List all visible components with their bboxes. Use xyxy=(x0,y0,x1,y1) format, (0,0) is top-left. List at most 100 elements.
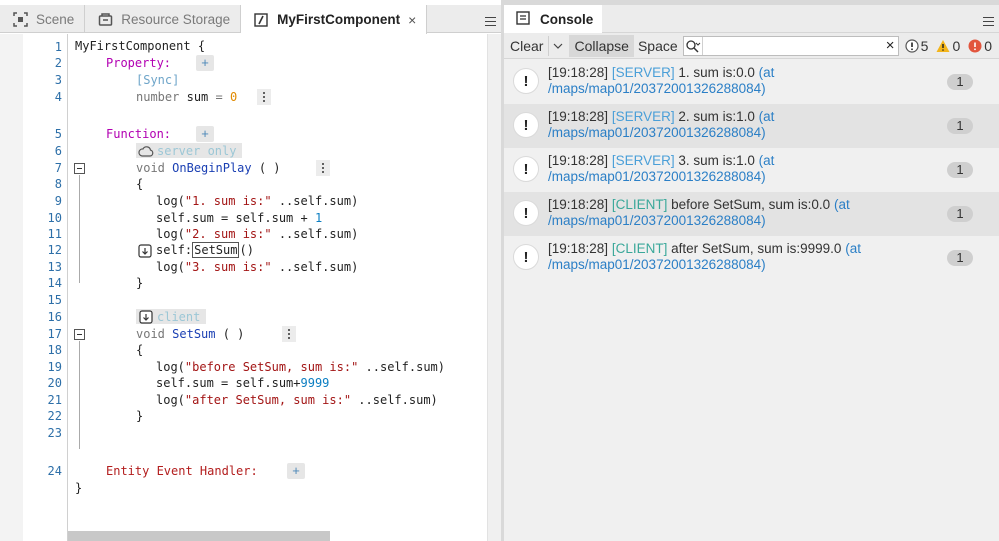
editor-side-strip xyxy=(0,34,23,541)
tab-console[interactable]: Console xyxy=(504,5,602,33)
editor-vertical-scrollbar[interactable] xyxy=(487,34,501,541)
log-source: [SERVER] xyxy=(611,109,675,124)
console-icon xyxy=(516,11,532,27)
code-text: log( xyxy=(156,360,185,374)
log-entry[interactable]: ! [19:18:28] [SERVER] 2. sum is:1.0 (at … xyxy=(504,104,999,148)
log-message: [19:18:28] [CLIENT] before SetSum, sum i… xyxy=(548,197,898,229)
info-icon xyxy=(905,38,919,53)
search-filter-icon[interactable] xyxy=(684,36,703,55)
add-property-button[interactable]: + xyxy=(196,55,214,71)
tab-scene[interactable]: Scene xyxy=(0,5,86,33)
clear-search-icon[interactable]: × xyxy=(883,37,898,54)
search-input[interactable] xyxy=(702,36,883,55)
code-text: log( xyxy=(156,194,185,208)
editor-horizontal-scrollbar-thumb[interactable] xyxy=(68,531,330,541)
error-count: 0 xyxy=(984,37,993,54)
log-entry[interactable]: ! [19:18:28] [SERVER] 1. sum is:0.0 (at … xyxy=(504,60,999,104)
log-time: [19:18:28] xyxy=(548,65,609,80)
log-count-badge: 1 xyxy=(947,118,973,134)
client-label: client xyxy=(157,309,201,324)
line-number: 4 xyxy=(54,90,62,104)
space-toggle[interactable]: Space xyxy=(634,35,682,57)
log-source: [CLIENT] xyxy=(611,197,668,212)
tab-resource-storage[interactable]: Resource Storage xyxy=(85,5,242,33)
code-line: log("2. sum is:" ..self.sum) xyxy=(156,227,358,241)
info-log-icon: ! xyxy=(513,112,539,138)
code-text: ..self.sum) xyxy=(351,393,438,407)
log-entry[interactable]: ! [19:18:28] [SERVER] 3. sum is:1.0 (at … xyxy=(504,148,999,192)
console-search[interactable]: × xyxy=(682,35,899,56)
fold-toggle-set-sum[interactable] xyxy=(74,329,85,340)
gutter-divider xyxy=(67,34,68,541)
editor-tab-bar: Scene Resource Storage MyFirstComponent … xyxy=(0,5,501,34)
function-options-button[interactable] xyxy=(282,326,296,342)
function-options-button[interactable] xyxy=(316,160,330,176)
log-count-badge: 1 xyxy=(947,74,973,90)
log-message: [19:18:28] [CLIENT] after SetSum, sum is… xyxy=(548,241,898,273)
code-text: ..self.sum) xyxy=(271,227,359,241)
string-literal: "1. sum is:" xyxy=(184,194,272,208)
cloud-icon xyxy=(138,144,154,158)
client-badge[interactable]: client xyxy=(136,309,207,324)
function-params: ( ) xyxy=(258,161,281,175)
collapse-toggle[interactable]: Collapse xyxy=(569,34,634,57)
setsum-call-reference[interactable]: SetSum xyxy=(192,242,240,258)
entity-event-handler-label: Entity Event Handler: xyxy=(106,464,258,478)
line-number: 3 xyxy=(54,73,62,87)
clear-button[interactable]: Clear xyxy=(504,35,548,57)
console-toolbar: Clear Collapse Space × 5 0 0 xyxy=(504,33,999,59)
clear-options-chevron-down-icon[interactable] xyxy=(549,35,567,57)
fold-guide xyxy=(79,175,80,283)
log-entry[interactable]: ! [19:18:28] [CLIENT] after SetSum, sum … xyxy=(504,236,999,280)
log-text: 3. sum is:1.0 xyxy=(678,153,755,168)
log-text: 1. sum is:0.0 xyxy=(678,65,755,80)
property-name: sum xyxy=(186,90,209,104)
code-line-component-decl: MyFirstComponent { xyxy=(75,39,205,53)
info-count-toggle[interactable]: 5 xyxy=(899,35,931,57)
console-menu-icon[interactable] xyxy=(979,12,997,30)
function-params: ( ) xyxy=(222,327,245,341)
log-count-badge: 1 xyxy=(947,162,973,178)
sync-attribute: [Sync] xyxy=(136,73,180,87)
function-decl-set-sum[interactable]: void SetSum ( ) xyxy=(136,327,244,341)
code-editor[interactable]: 1 2 3 4 5 6 7 8 9 10 11 12 13 14 15 16 1… xyxy=(0,34,501,541)
code-text: log( xyxy=(156,393,185,407)
fold-toggle-on-begin-play[interactable] xyxy=(74,163,85,174)
line-number: 19 xyxy=(47,360,62,374)
function-decl-on-begin-play[interactable]: void OnBeginPlay ( ) xyxy=(136,161,281,175)
log-time: [19:18:28] xyxy=(548,197,609,212)
line-number: 12 xyxy=(47,243,62,257)
editor-menu-icon[interactable] xyxy=(481,12,499,30)
log-message: [19:18:28] [SERVER] 3. sum is:1.0 (at /m… xyxy=(548,153,898,185)
server-only-badge[interactable]: server only xyxy=(136,143,243,158)
line-number: 8 xyxy=(54,177,62,191)
log-source: [CLIENT] xyxy=(611,241,668,256)
line-number: 10 xyxy=(47,211,62,225)
property-options-button[interactable] xyxy=(257,89,271,105)
log-entry[interactable]: ! [19:18:28] [CLIENT] before SetSum, sum… xyxy=(504,192,999,236)
string-literal: "2. sum is:" xyxy=(184,227,272,241)
code-line: log("1. sum is:" ..self.sum) xyxy=(156,194,358,208)
info-log-icon: ! xyxy=(513,156,539,182)
tab-my-first-component[interactable]: MyFirstComponent × xyxy=(241,5,428,34)
function-name: OnBeginPlay xyxy=(172,161,252,175)
warning-count-toggle[interactable]: 0 xyxy=(930,35,962,57)
line-number: 14 xyxy=(47,276,62,290)
add-event-handler-button[interactable]: + xyxy=(287,463,305,479)
close-tab-icon[interactable]: × xyxy=(408,12,416,28)
code-text: ..self.sum) xyxy=(358,360,445,374)
console-header: Console xyxy=(504,5,999,33)
log-time: [19:18:28] xyxy=(548,241,609,256)
line-number: 9 xyxy=(54,194,62,208)
close-brace: } xyxy=(136,276,144,290)
number-literal: 9999 xyxy=(300,376,330,390)
line-number: 7 xyxy=(54,161,62,175)
log-source: [SERVER] xyxy=(611,153,675,168)
property-sum-decl[interactable]: number sum = 0 xyxy=(136,90,237,104)
line-number: 15 xyxy=(47,293,62,307)
add-function-button[interactable]: + xyxy=(196,126,214,142)
code-text: log( xyxy=(156,227,185,241)
log-message: [19:18:28] [SERVER] 2. sum is:1.0 (at /m… xyxy=(548,109,898,141)
log-text: after SetSum, sum is:9999.0 xyxy=(671,241,842,256)
error-count-toggle[interactable]: 0 xyxy=(962,35,994,57)
